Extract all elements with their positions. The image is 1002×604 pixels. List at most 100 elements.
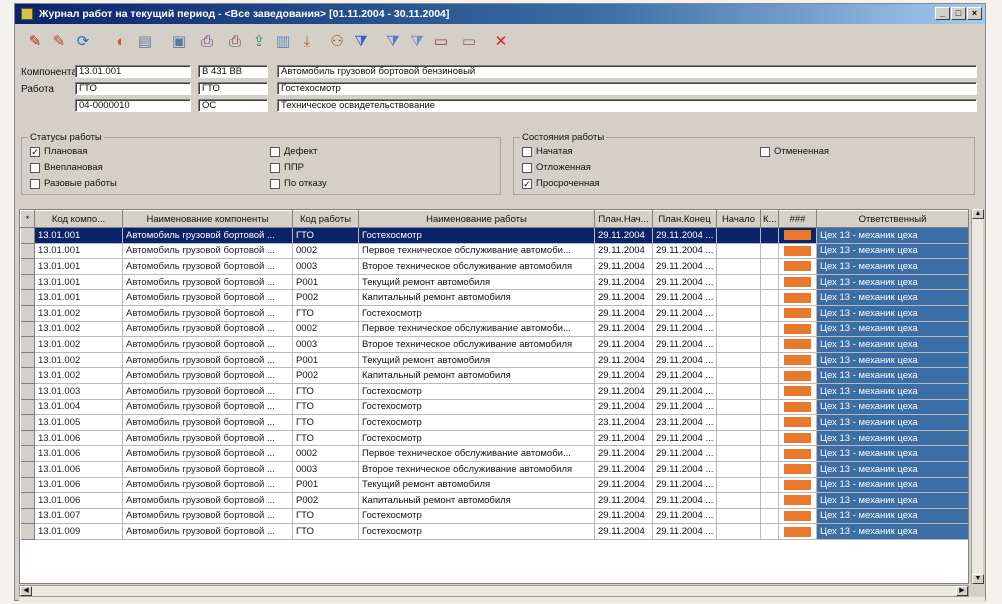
cell-plan-end: 29.11.2004 ... xyxy=(652,445,717,462)
toolbar: ✎ ✎ ⟳ ◐ ▤ ▣ ⎙ ⎙ ⇪ ▥ ⤓ ⚇ ⧩ ⧩ ⧩ ▭ ▭ ✕ xyxy=(17,25,983,57)
status-ppr-checkbox[interactable]: ППР xyxy=(270,162,304,173)
table-row[interactable]: 13.01.003 Автомобиль грузовой бортовой ..… xyxy=(20,383,968,400)
scroll-left-button[interactable]: ◀ xyxy=(20,586,32,596)
add-red-icon[interactable]: ✎ xyxy=(23,29,47,53)
state-cancelled-checkbox[interactable]: Отмененная xyxy=(760,146,829,157)
cell-work-name: Второе техническое обслуживание автомоби… xyxy=(358,336,595,353)
scroll-up-button[interactable]: ▲ xyxy=(972,209,984,219)
status-failure-checkbox[interactable]: По отказу xyxy=(270,178,327,189)
table-row[interactable]: 13.01.007 Автомобиль грузовой бортовой ..… xyxy=(20,508,968,525)
row-indicator xyxy=(20,414,35,431)
filter-remove-icon[interactable]: ⧩ xyxy=(405,29,429,53)
scroll-down-button[interactable]: ▼ xyxy=(972,574,984,584)
col-header-plan-start[interactable]: План.Нач... xyxy=(594,210,653,228)
filter-add-icon[interactable]: ⧩ xyxy=(381,29,405,53)
table-row[interactable]: 13.01.002 Автомобиль грузовой бортовой ..… xyxy=(20,321,968,338)
table-row[interactable]: 13.01.006 Автомобиль грузовой бортовой ..… xyxy=(20,445,968,462)
close-icon[interactable]: ✕ xyxy=(489,29,513,53)
status-color-swatch xyxy=(784,417,811,428)
add-red-alt-icon[interactable]: ✎ xyxy=(47,29,71,53)
scroll-right-button[interactable]: ▶ xyxy=(956,586,968,596)
users-icon[interactable]: ⚇ xyxy=(325,29,349,53)
cell-plan-end: 23.11.2004 ... xyxy=(652,414,717,431)
col-header-work-code[interactable]: Код работы xyxy=(292,210,359,228)
doc-name-field[interactable]: Техническое освидетельствование xyxy=(277,99,977,112)
print-icon[interactable]: ⎙ xyxy=(195,29,219,53)
table-row[interactable]: 13.01.009 Автомобиль грузовой бортовой ..… xyxy=(20,523,968,540)
cell-plan-start: 29.11.2004 xyxy=(594,274,653,291)
table-row[interactable]: 13.01.002 Автомобиль грузовой бортовой ..… xyxy=(20,367,968,384)
color-icon[interactable]: ◐ xyxy=(109,29,133,53)
table-row[interactable]: 13.01.006 Автомобиль грузовой бортовой ..… xyxy=(20,461,968,478)
status-unplanned-checkbox[interactable]: Внеплановая xyxy=(30,162,103,173)
table-row[interactable]: 13.01.001 Автомобиль грузовой бортовой ..… xyxy=(20,243,968,260)
work-name-field[interactable]: Гостехосмотр xyxy=(277,82,977,95)
component-reg-field[interactable]: В 431 ВВ xyxy=(198,65,268,78)
cell-start xyxy=(716,492,761,509)
col-header-work-name[interactable]: Наименование работы xyxy=(358,210,595,228)
table-row[interactable]: 13.01.004 Автомобиль грузовой бортовой ..… xyxy=(20,399,968,416)
state-started-checkbox[interactable]: Начатая xyxy=(522,146,573,157)
form-alt-icon[interactable]: ▭ xyxy=(457,29,481,53)
row-indicator xyxy=(20,274,35,291)
status-oneoff-checkbox[interactable]: Разовые работы xyxy=(30,178,117,189)
maximize-button[interactable]: □ xyxy=(951,7,966,20)
work-code-field[interactable]: ГТО xyxy=(75,82,191,95)
cell-component-code: 13.01.006 xyxy=(34,445,123,462)
status-defect-checkbox[interactable]: Дефект xyxy=(270,146,317,157)
table-row[interactable]: 13.01.001 Автомобиль грузовой бортовой ..… xyxy=(20,227,968,244)
export-icon[interactable]: ⇪ xyxy=(247,29,271,53)
close-window-button[interactable]: × xyxy=(967,7,982,20)
print-preview-icon[interactable]: ⎙ xyxy=(223,29,247,53)
cell-status-color xyxy=(778,367,817,384)
table-row[interactable]: 13.01.006 Автомобиль грузовой бортовой ..… xyxy=(20,477,968,494)
refresh-icon[interactable]: ⟳ xyxy=(71,29,95,53)
status-planned-checkbox[interactable]: ✓ Плановая xyxy=(30,146,88,157)
minimize-button[interactable]: _ xyxy=(935,7,950,20)
cell-start xyxy=(716,414,761,431)
col-header-component-code[interactable]: Код компо... xyxy=(34,210,123,228)
table-row[interactable]: 13.01.001 Автомобиль грузовой бортовой ..… xyxy=(20,258,968,275)
component-code-field[interactable]: 13.01.001 xyxy=(75,65,191,78)
table-row[interactable]: 13.01.002 Автомобиль грузовой бортовой ..… xyxy=(20,305,968,322)
cell-status-color xyxy=(778,399,817,416)
state-postponed-checkbox[interactable]: Отложенная xyxy=(522,162,591,173)
table-row[interactable]: 13.01.002 Автомобиль грузовой бортовой ..… xyxy=(20,352,968,369)
doc-number-field[interactable]: 04-0000010 xyxy=(75,99,191,112)
cell-component-name: Автомобиль грузовой бортовой ... xyxy=(122,383,293,400)
window-horizontal-scrollbar[interactable] xyxy=(19,597,985,603)
state-overdue-checkbox[interactable]: ✓ Просроченная xyxy=(522,178,600,189)
form-icon[interactable]: ▭ xyxy=(429,29,453,53)
component-name-field[interactable]: Автомобиль грузовой бортовой бензиновый xyxy=(277,65,977,78)
col-header-plan-end[interactable]: План.Конец xyxy=(652,210,717,228)
table-row[interactable]: 13.01.006 Автомобиль грузовой бортовой ..… xyxy=(20,492,968,509)
cell-start xyxy=(716,523,761,540)
doc-short-field[interactable]: ОС xyxy=(198,99,268,112)
title-bar[interactable]: Журнал работ на текущий период - <Все за… xyxy=(15,4,985,24)
cell-component-code: 13.01.001 xyxy=(34,274,123,291)
col-header-responsible[interactable]: Ответственный xyxy=(816,210,968,228)
import-icon[interactable]: ⤓ xyxy=(295,29,319,53)
col-header-status-color[interactable]: ### xyxy=(778,210,817,228)
cell-work-code: ГТО xyxy=(292,414,359,431)
table-row[interactable]: 13.01.001 Автомобиль грузовой бортовой ..… xyxy=(20,289,968,306)
cell-responsible: Цех 13 - механик цеха xyxy=(816,305,968,322)
table-row[interactable]: 13.01.006 Автомобиль грузовой бортовой ..… xyxy=(20,430,968,447)
vertical-scrollbar[interactable]: ▲ ▼ xyxy=(971,209,984,584)
table-row[interactable]: 13.01.001 Автомобиль грузовой бортовой ..… xyxy=(20,274,968,291)
table-row[interactable]: 13.01.002 Автомобиль грузовой бортовой ..… xyxy=(20,336,968,353)
filter-icon[interactable]: ⧩ xyxy=(349,29,373,53)
cell-responsible: Цех 13 - механик цеха xyxy=(816,383,968,400)
screen-icon[interactable]: ▣ xyxy=(167,29,191,53)
row-indicator xyxy=(20,508,35,525)
status-color-swatch xyxy=(784,245,811,256)
grid-icon[interactable]: ▤ xyxy=(133,29,157,53)
col-header-indicator[interactable]: * xyxy=(20,210,35,228)
work-short-field[interactable]: ГТО xyxy=(198,82,268,95)
horizontal-scrollbar[interactable]: ◀ ▶ xyxy=(19,585,969,597)
col-header-k[interactable]: К... xyxy=(760,210,779,228)
table-row[interactable]: 13.01.005 Автомобиль грузовой бортовой ..… xyxy=(20,414,968,431)
col-header-start[interactable]: Начало xyxy=(716,210,761,228)
chart-icon[interactable]: ▥ xyxy=(271,29,295,53)
col-header-component-name[interactable]: Наименование компоненты xyxy=(122,210,293,228)
